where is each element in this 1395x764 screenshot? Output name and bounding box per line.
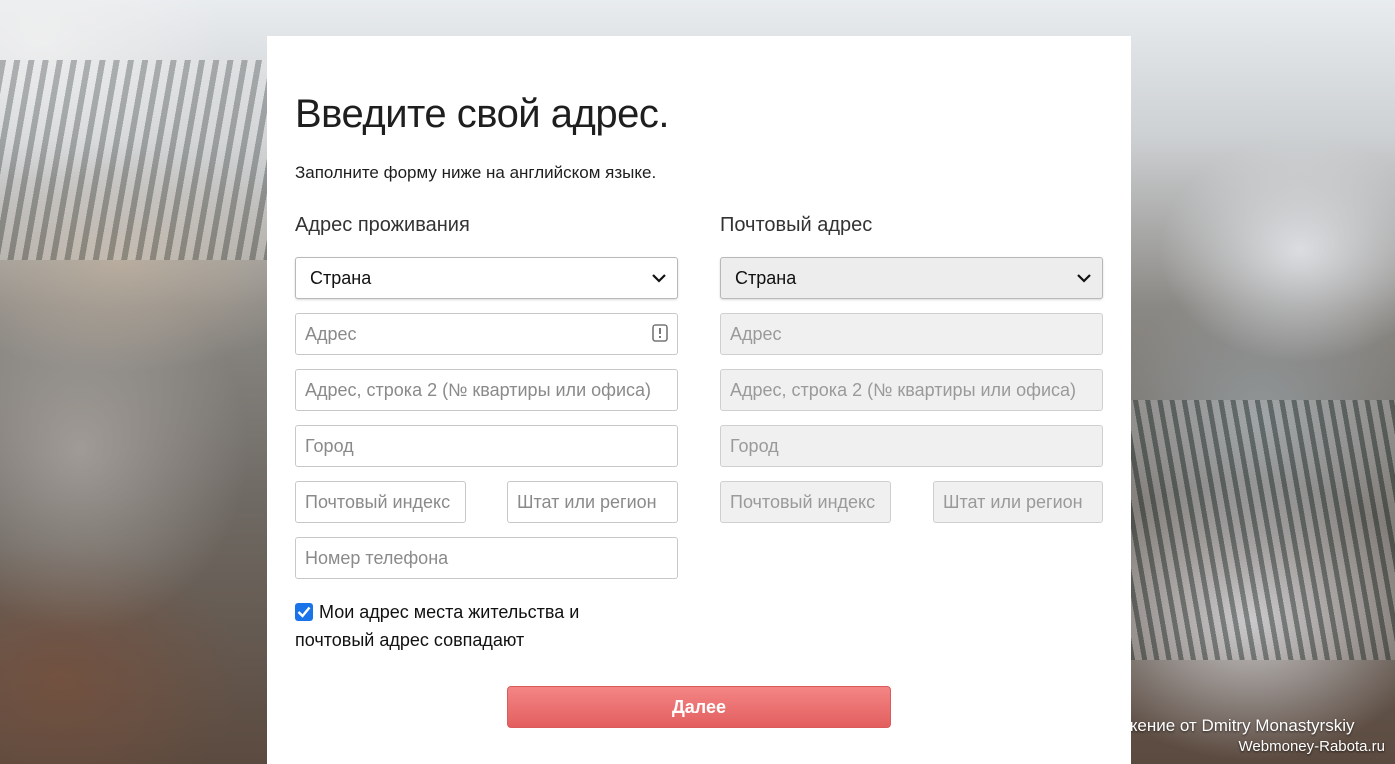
watermark: Webmoney-Rabota.ru bbox=[1238, 738, 1385, 755]
mailing-address-heading: Почтовый адрес bbox=[720, 214, 873, 236]
address-form-card: Введите свой адрес. Заполните форму ниже… bbox=[267, 36, 1131, 764]
mailing-country-value: Страна bbox=[735, 267, 797, 288]
residential-phone-input[interactable] bbox=[295, 537, 678, 579]
residential-country-select[interactable]: Страна bbox=[295, 257, 678, 299]
mailing-postal-code-input[interactable] bbox=[720, 481, 891, 523]
residential-city-input[interactable] bbox=[295, 425, 678, 467]
background-trees-left bbox=[0, 60, 270, 260]
mailing-state-input[interactable] bbox=[933, 481, 1103, 523]
same-address-checkbox-row[interactable]: Мои адрес места жительства и почтовый ад… bbox=[295, 598, 625, 654]
mailing-country-select[interactable]: Страна bbox=[720, 257, 1103, 299]
residential-country-value: Страна bbox=[310, 267, 372, 288]
mailing-address-line2-input[interactable] bbox=[720, 369, 1103, 411]
residential-address-wrap bbox=[295, 313, 678, 355]
form-instructions: Заполните форму ниже на английском языке… bbox=[295, 163, 657, 182]
residential-postal-code-input[interactable] bbox=[295, 481, 466, 523]
autofill-contact-icon[interactable] bbox=[652, 324, 668, 342]
mailing-address-input[interactable] bbox=[720, 313, 1103, 355]
residential-address-line2-input[interactable] bbox=[295, 369, 678, 411]
next-button[interactable]: Далее bbox=[507, 686, 891, 728]
mailing-city-input[interactable] bbox=[720, 425, 1103, 467]
background-trees-right bbox=[1130, 400, 1395, 660]
residential-state-input[interactable] bbox=[507, 481, 678, 523]
same-address-checkbox[interactable] bbox=[295, 603, 313, 621]
page-title: Введите свой адрес. bbox=[295, 92, 669, 136]
residential-address-input[interactable] bbox=[295, 313, 678, 355]
same-address-checkbox-label: Мои адрес места жительства и почтовый ад… bbox=[295, 602, 580, 650]
chevron-down-icon bbox=[651, 270, 667, 286]
chevron-down-icon bbox=[1076, 270, 1092, 286]
background-photo-credit: жение от Dmitry Monastyrskiy bbox=[1126, 716, 1355, 735]
residential-address-heading: Адрес проживания bbox=[295, 214, 470, 236]
